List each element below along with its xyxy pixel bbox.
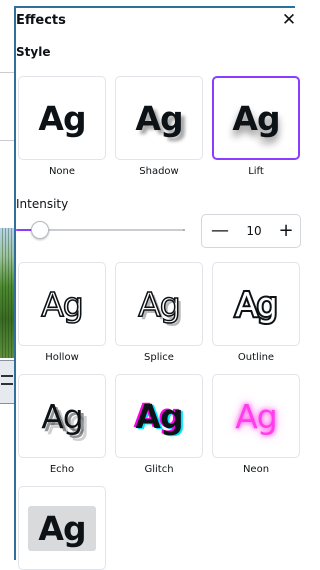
preview-text: Ag <box>28 505 96 551</box>
preview-text: Ag <box>135 98 183 138</box>
slider-end-dot <box>183 229 185 231</box>
effect-label-hollow: Hollow <box>45 352 79 363</box>
intensity-value[interactable]: 10 <box>234 224 274 238</box>
preview-text: Ag <box>135 396 183 436</box>
preview-text: Ag <box>41 396 84 436</box>
effect-tile-outline[interactable]: Ag <box>212 262 300 346</box>
effect-label-echo: Echo <box>49 464 75 475</box>
canvas-toolbar-fragment <box>0 360 14 404</box>
effect-tile-none[interactable]: Ag <box>18 76 106 160</box>
intensity-slider-thumb[interactable] <box>31 221 49 239</box>
effect-label-neon: Neon <box>242 464 270 475</box>
effect-tile-neon[interactable]: Ag <box>212 374 300 458</box>
effect-tile-shadow[interactable]: Ag <box>115 76 203 160</box>
effect-tile-hollow[interactable]: Ag <box>18 262 106 346</box>
effect-tile-echo[interactable]: Ag <box>18 374 106 458</box>
effect-label-splice: Splice <box>144 352 174 363</box>
close-icon[interactable]: ✕ <box>280 11 298 29</box>
effect-tile-splice[interactable]: Ag <box>115 262 203 346</box>
effect-tile-background[interactable]: Ag <box>18 486 106 570</box>
intensity-stepper: — 10 + <box>201 214 301 248</box>
intensity-label: Intensity <box>16 197 69 211</box>
decrease-button[interactable]: — <box>208 219 232 243</box>
canvas-divider <box>0 140 14 141</box>
preview-text: Ag <box>233 284 279 324</box>
effect-label-lift: Lift <box>248 166 264 177</box>
panel-title: Effects <box>16 13 66 28</box>
effect-label-shadow: Shadow <box>139 166 179 177</box>
preview-text: Ag <box>232 98 280 138</box>
preview-text: Ag <box>137 284 181 324</box>
effect-label-none: None <box>48 166 76 177</box>
preview-text: Ag <box>40 284 84 324</box>
increase-button[interactable]: + <box>274 219 298 243</box>
style-section-title: Style <box>16 45 51 59</box>
effect-tile-glitch[interactable]: Ag <box>115 374 203 458</box>
preview-text: Ag <box>38 98 86 138</box>
preview-text: Ag <box>235 396 278 436</box>
effect-label-glitch: Glitch <box>144 464 174 475</box>
canvas-divider <box>0 72 14 73</box>
effects-panel: Effects ✕ Style Ag None Ag Shadow Ag Lif… <box>14 6 301 570</box>
canvas-photo <box>0 228 14 358</box>
canvas-background <box>0 0 14 560</box>
effect-label-outline: Outline <box>237 352 275 363</box>
effect-tile-lift[interactable]: Ag <box>212 76 300 160</box>
